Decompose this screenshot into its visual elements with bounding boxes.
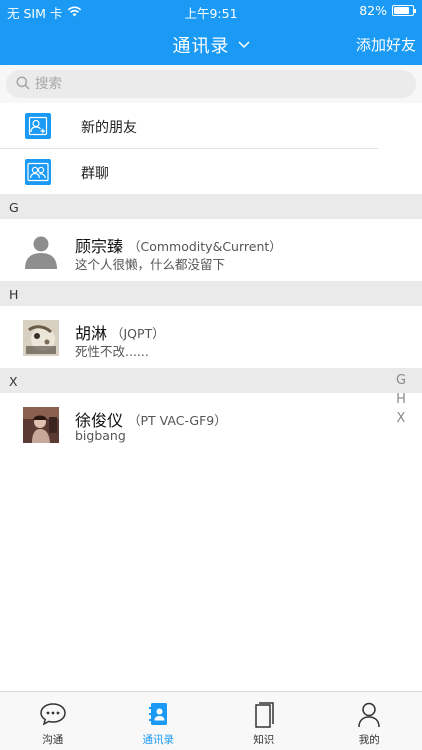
contact-department: （PT VAC-GF9） — [128, 413, 227, 428]
contact-row[interactable]: 徐俊仪 （PT VAC-GF9） bigbang — [0, 393, 422, 455]
chevron-down-icon — [237, 33, 250, 54]
battery-percent: 82% — [359, 3, 387, 18]
contact-row[interactable]: 顾宗臻 （Commodity&Current） 这个人很懒，什么都没留下 — [0, 219, 422, 281]
book-icon — [211, 702, 317, 730]
contacts-book-icon — [106, 702, 212, 730]
avatar — [23, 233, 59, 269]
chat-bubble-icon — [0, 702, 106, 730]
tab-contacts-label: 通讯录 — [142, 734, 175, 746]
tab-me[interactable]: 我的 — [317, 692, 422, 750]
add-user-icon — [25, 113, 51, 139]
search-icon — [16, 75, 30, 94]
group-chat-entry[interactable]: 群聊 — [0, 149, 378, 195]
tab-knowledge-label: 知识 — [253, 734, 275, 746]
new-friends-label: 新的朋友 — [81, 120, 137, 136]
new-friends-entry[interactable]: 新的朋友 — [0, 103, 378, 149]
navigation-bar: 无 SIM 卡 上午9:51 82% 通讯录 添加好友 — [0, 0, 422, 65]
page-title: 通讯录 — [172, 36, 230, 57]
alphabet-index[interactable]: G H X — [395, 371, 407, 428]
search-bar[interactable] — [6, 70, 416, 98]
avatar — [23, 407, 59, 443]
tab-chat-label: 沟通 — [42, 734, 64, 746]
tab-chat[interactable]: 沟通 — [0, 692, 106, 750]
search-bar-container — [0, 65, 422, 103]
index-letter-g[interactable]: G — [395, 371, 407, 390]
avatar — [23, 320, 59, 356]
contact-signature: 这个人很懒，什么都没留下 — [75, 257, 226, 272]
section-header-g: G — [0, 194, 422, 219]
tab-me-label: 我的 — [358, 734, 380, 746]
index-letter-x[interactable]: X — [395, 409, 407, 428]
section-header-h: H — [0, 281, 422, 306]
contact-department: （JQPT） — [111, 326, 165, 341]
index-letter-h[interactable]: H — [395, 390, 407, 409]
tab-knowledge[interactable]: 知识 — [211, 692, 317, 750]
section-header-x: X — [0, 368, 422, 393]
contact-department: （Commodity&Current） — [128, 239, 282, 254]
search-input[interactable] — [35, 76, 335, 92]
add-friend-button[interactable]: 添加好友 — [356, 34, 416, 55]
tab-bar: 沟通 通讯录 知识 我的 — [0, 691, 422, 750]
tab-contacts[interactable]: 通讯录 — [106, 692, 212, 750]
status-bar: 无 SIM 卡 上午9:51 82% — [0, 0, 422, 22]
group-chat-label: 群聊 — [81, 166, 109, 182]
group-icon — [25, 159, 51, 185]
battery-icon — [392, 5, 416, 16]
contact-signature: 死性不改...... — [75, 344, 149, 359]
person-icon — [317, 702, 422, 730]
contact-signature: bigbang — [75, 428, 126, 443]
contact-row[interactable]: 胡淋 （JQPT） 死性不改...... — [0, 306, 422, 368]
